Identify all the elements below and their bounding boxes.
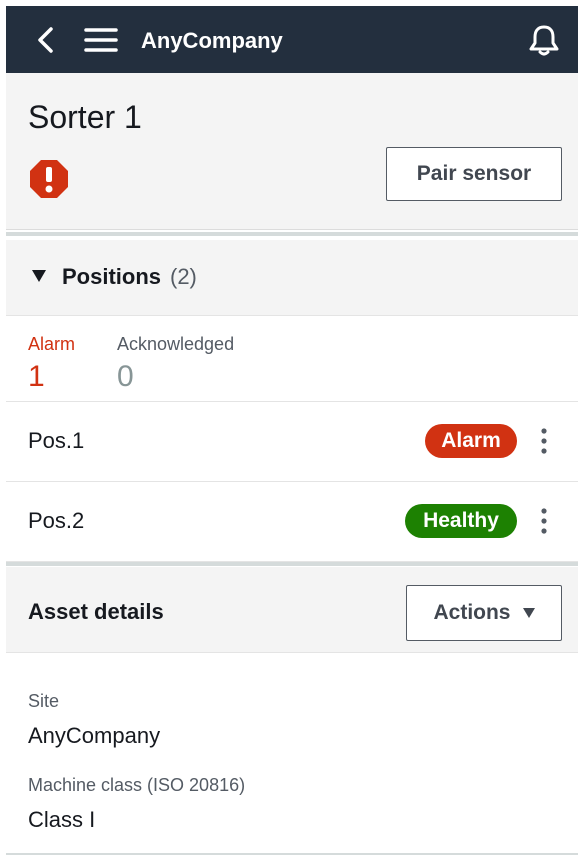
- caret-down-icon: [522, 608, 535, 618]
- more-options-icon[interactable]: [536, 424, 552, 458]
- alarm-count-value: 1: [28, 360, 45, 393]
- pair-sensor-button[interactable]: Pair sensor: [386, 147, 562, 201]
- back-icon[interactable]: [32, 26, 60, 54]
- machine-class-value: Class I: [28, 807, 96, 832]
- site-key: Site: [28, 691, 60, 711]
- status-badge-healthy: Healthy: [405, 504, 517, 538]
- positions-count: (2): [170, 264, 197, 289]
- more-options-icon[interactable]: [536, 504, 552, 538]
- actions-label: Actions: [433, 601, 511, 624]
- asset-details-body: Site AnyCompany Machine class (ISO 20816…: [6, 653, 578, 853]
- app-frame: AnyCompany Sorter 1 Pair sensor Position…: [6, 6, 578, 855]
- site-value: AnyCompany: [28, 723, 161, 748]
- brand-title: AnyCompany: [141, 28, 283, 53]
- menu-icon[interactable]: [84, 26, 118, 54]
- positions-status-summary: Alarm 1 Acknowledged 0: [6, 316, 578, 402]
- position-row-2[interactable]: Pos.2 Healthy: [6, 482, 578, 562]
- positions-label: Positions: [62, 264, 162, 289]
- actions-dropdown-button[interactable]: Actions: [406, 585, 562, 641]
- asset-details-header: Asset details Actions: [6, 567, 578, 653]
- acknowledged-count-value: 0: [117, 360, 134, 393]
- alarm-octagon-icon: [30, 160, 68, 198]
- acknowledged-count-label: Acknowledged: [117, 334, 235, 354]
- position-name: Pos.1: [28, 428, 85, 453]
- status-badge-alarm: Alarm: [425, 424, 517, 458]
- machine-class-key: Machine class (ISO 20816): [28, 775, 246, 795]
- alarm-count-label: Alarm: [28, 334, 76, 354]
- position-row-1[interactable]: Pos.1 Alarm: [6, 402, 578, 482]
- section-divider: [6, 562, 578, 566]
- asset-title: Sorter 1: [28, 99, 142, 135]
- asset-details-label: Asset details: [28, 599, 164, 624]
- section-divider: [6, 232, 578, 236]
- caret-down-icon[interactable]: [32, 270, 46, 282]
- position-name: Pos.2: [28, 508, 85, 533]
- notification-bell-icon[interactable]: [526, 22, 562, 58]
- asset-header: Sorter 1 Pair sensor: [6, 73, 578, 230]
- positions-section-header[interactable]: Positions (2): [6, 240, 578, 316]
- top-nav-bar: AnyCompany: [6, 6, 578, 73]
